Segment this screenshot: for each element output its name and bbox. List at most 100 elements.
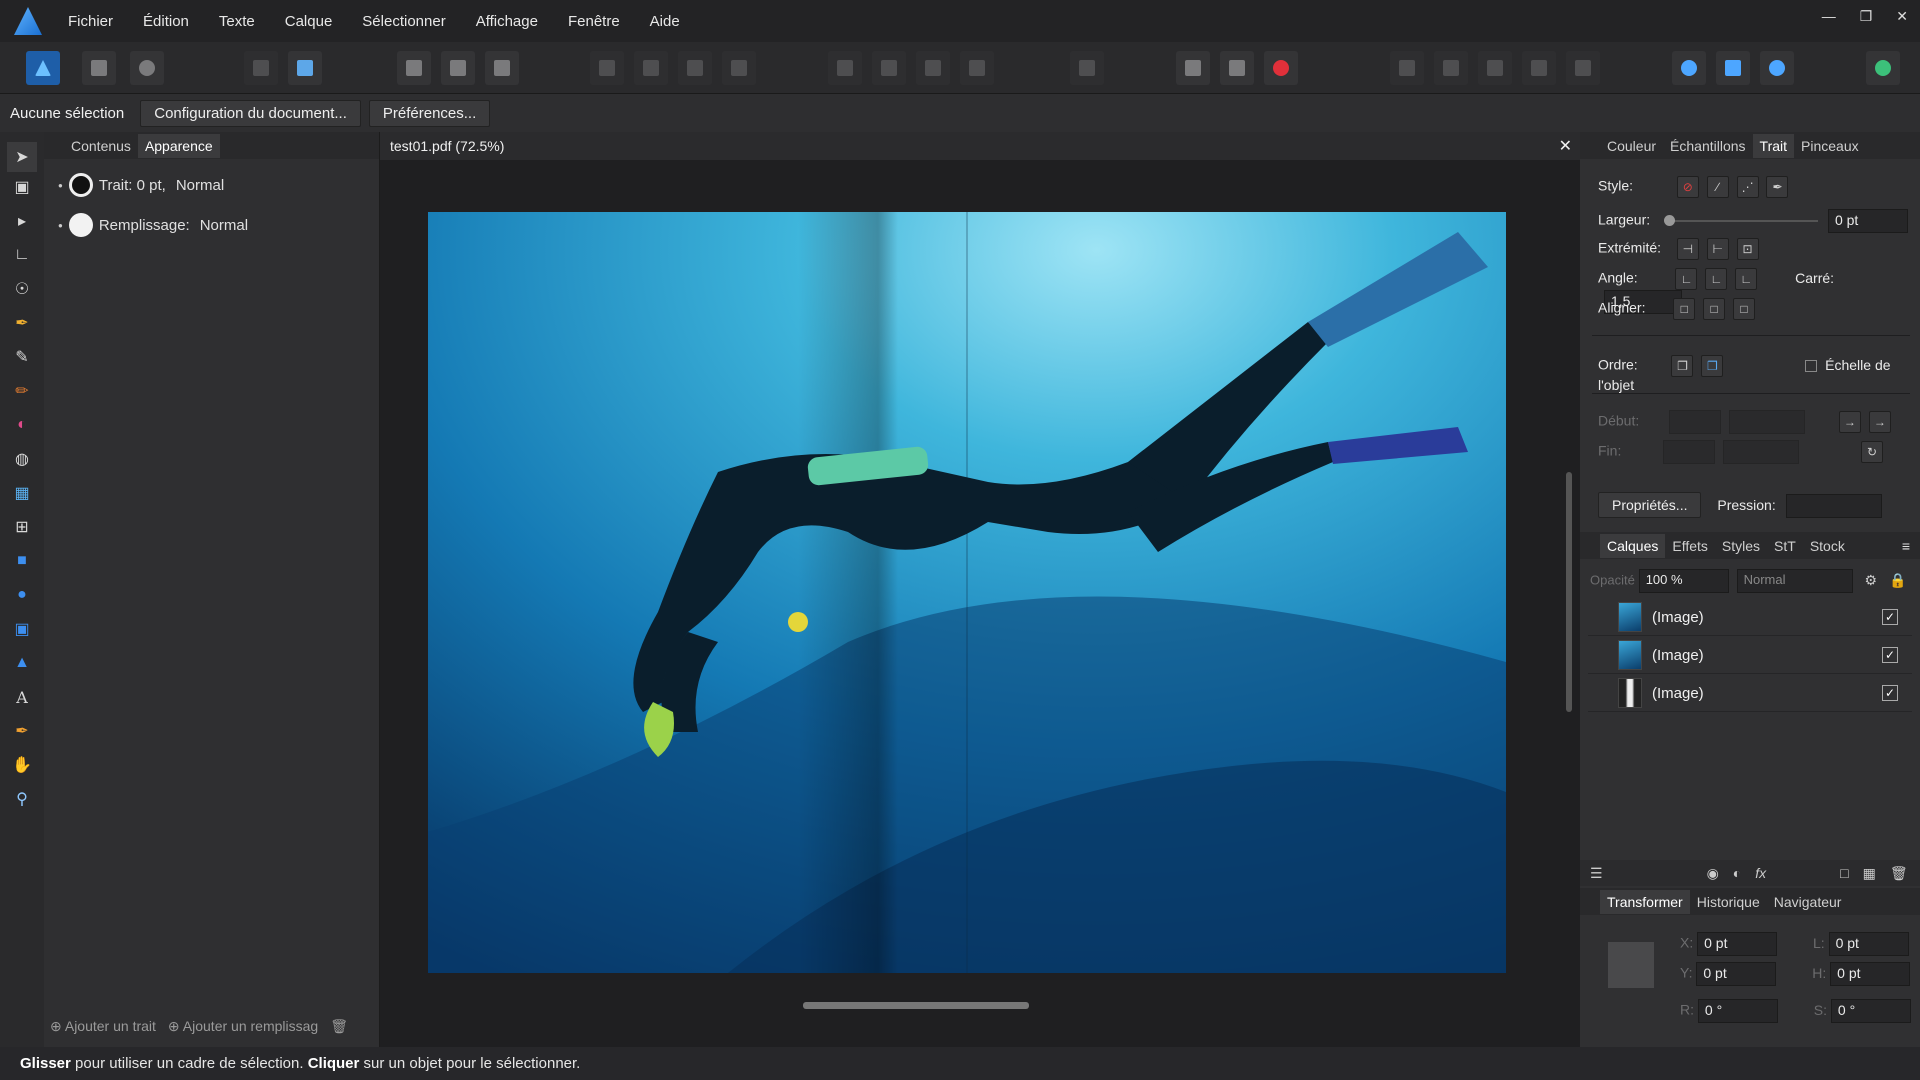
start-arrow-select[interactable] xyxy=(1669,410,1722,434)
butt-cap-icon[interactable]: ⊣ xyxy=(1676,238,1699,260)
close-document-icon[interactable]: ✕ xyxy=(1559,136,1572,156)
pixel-layer-icon[interactable]: ▦ xyxy=(1863,865,1876,882)
tab-stt[interactable]: StT xyxy=(1767,534,1803,558)
tab-echantillons[interactable]: Échantillons xyxy=(1663,134,1753,158)
align-inside-icon[interactable]: □ xyxy=(1673,298,1696,320)
toolbar-button[interactable] xyxy=(722,51,756,85)
point-transform-tool-icon[interactable]: ☉ xyxy=(11,278,33,300)
opacity-select[interactable]: 100 % xyxy=(1638,569,1729,593)
menu-fichier[interactable]: Fichier xyxy=(68,13,113,30)
document-setup-button[interactable]: Configuration du document... xyxy=(140,99,361,127)
width-slider[interactable] xyxy=(1664,215,1819,226)
anchor-selector[interactable] xyxy=(1608,942,1654,988)
start-size-select[interactable] xyxy=(1729,410,1806,434)
w-input[interactable]: 0 pt xyxy=(1828,932,1909,956)
layer-row[interactable]: (Image) ✓ xyxy=(1588,637,1912,674)
stroke-behind-icon[interactable]: ❐ xyxy=(1671,355,1694,377)
visibility-checkbox[interactable]: ✓ xyxy=(1882,685,1898,701)
align-outside-icon[interactable]: □ xyxy=(1733,298,1756,320)
restore-icon[interactable]: ❐ xyxy=(1860,8,1873,25)
vector-brush-tool-icon[interactable]: ✏ xyxy=(11,380,33,402)
align-center-icon[interactable]: □ xyxy=(1703,298,1726,320)
close-icon[interactable]: ✕ xyxy=(1896,8,1908,25)
menu-affichage[interactable]: Affichage xyxy=(476,13,538,30)
hand-tool-icon[interactable]: ✋ xyxy=(11,754,33,776)
add-fill-button[interactable]: ⊕ Ajouter un remplissag xyxy=(168,1018,318,1035)
shear-input[interactable]: 0 ° xyxy=(1830,999,1911,1023)
brush-stroke-icon[interactable]: ✒ xyxy=(1766,176,1789,198)
mask-icon[interactable]: ◉ xyxy=(1707,865,1719,882)
horizontal-scrollbar[interactable] xyxy=(803,1002,1029,1009)
toolbar-button[interactable] xyxy=(590,51,624,85)
rounded-rectangle-tool-icon[interactable]: ▣ xyxy=(11,618,33,640)
menu-aide[interactable]: Aide xyxy=(650,13,680,30)
designer-persona-button[interactable] xyxy=(26,51,60,85)
tab-pinceaux[interactable]: Pinceaux xyxy=(1794,134,1866,158)
pen-tool-icon[interactable]: ✒ xyxy=(11,312,33,334)
fill-swatch[interactable] xyxy=(68,213,93,237)
canvas-spread[interactable] xyxy=(428,212,1506,973)
tab-stock[interactable]: Stock xyxy=(1803,534,1852,558)
tab-apparence[interactable]: Apparence xyxy=(137,133,220,158)
document-tab[interactable]: test01.pdf (72.5%) ✕ xyxy=(380,132,1580,160)
blend-mode-select[interactable]: Normal xyxy=(1736,569,1853,593)
toolbar-button[interactable] xyxy=(1522,51,1556,85)
tab-calques[interactable]: Calques xyxy=(1600,533,1666,558)
color-picker-tool-icon[interactable]: ✒ xyxy=(11,720,33,742)
no-stroke-icon[interactable]: ⊘ xyxy=(1676,176,1699,198)
visibility-checkbox[interactable]: ✓ xyxy=(1882,647,1898,663)
export-persona-button[interactable] xyxy=(130,51,164,85)
snapping-magnet-button[interactable] xyxy=(1264,51,1298,85)
rectangle-tool-icon[interactable]: ■ xyxy=(11,550,33,572)
delete-layer-icon[interactable]: 🗑 xyxy=(1890,865,1908,882)
gear-icon[interactable]: ⚙ xyxy=(1864,572,1877,588)
node-tool-icon[interactable]: ▸ xyxy=(11,210,33,232)
layers-stack-icon[interactable]: ☰ xyxy=(1590,865,1603,882)
tab-trait[interactable]: Trait xyxy=(1752,133,1795,158)
round-join-icon[interactable]: ∟ xyxy=(1705,268,1728,290)
toolbar-button[interactable] xyxy=(916,51,950,85)
layer-row[interactable]: (Image) ✓ xyxy=(1588,675,1912,712)
minimize-icon[interactable]: — xyxy=(1822,8,1836,25)
account-icon[interactable] xyxy=(1866,51,1900,85)
pixel-persona-button[interactable] xyxy=(82,51,116,85)
fill-tool-icon[interactable]: ◐ xyxy=(11,414,33,436)
toolbar-button[interactable] xyxy=(960,51,994,85)
miter-join-icon[interactable]: ∟ xyxy=(1675,268,1698,290)
menu-fenetre[interactable]: Fenêtre xyxy=(568,13,620,30)
rotation-input[interactable]: 0 ° xyxy=(1697,999,1778,1023)
width-input[interactable]: 0 pt xyxy=(1827,209,1908,233)
adjustment-icon[interactable]: ◐ xyxy=(1733,865,1741,881)
zoom-tool-icon[interactable]: ⚲ xyxy=(11,788,33,810)
visibility-checkbox[interactable]: ✓ xyxy=(1882,609,1898,625)
tab-contenus[interactable]: Contenus xyxy=(64,134,138,158)
trash-icon[interactable]: 🗑 xyxy=(330,1018,348,1035)
fill-row[interactable]: ● Remplissage: Normal xyxy=(44,205,379,245)
x-input[interactable]: 0 pt xyxy=(1697,932,1778,956)
round-cap-icon[interactable]: ⊢ xyxy=(1706,238,1729,260)
corner-tool-icon[interactable]: ∟ xyxy=(11,244,33,266)
arrow-right-icon[interactable]: → xyxy=(1868,411,1891,433)
new-layer-icon[interactable]: □ xyxy=(1840,865,1848,881)
toolbar-button[interactable] xyxy=(1390,51,1424,85)
square-cap-icon[interactable]: ⊡ xyxy=(1736,238,1759,260)
toolbar-button[interactable] xyxy=(244,51,278,85)
dashed-line-icon[interactable]: ⋰ xyxy=(1736,176,1759,198)
slider-handle[interactable] xyxy=(1664,215,1676,226)
toolbar-button[interactable] xyxy=(288,51,322,85)
h-input[interactable]: 0 pt xyxy=(1830,962,1911,986)
toolbar-button[interactable] xyxy=(397,51,431,85)
tab-effets[interactable]: Effets xyxy=(1665,534,1715,558)
move-tool-icon[interactable]: ➤ xyxy=(7,142,37,172)
lock-icon[interactable]: 🔒 xyxy=(1889,572,1906,588)
ellipse-tool-icon[interactable]: ● xyxy=(11,584,33,606)
stroke-front-icon[interactable]: ❐ xyxy=(1701,355,1724,377)
artboard-tool-icon[interactable]: ▣ xyxy=(11,176,33,198)
boolean-subtract-button[interactable] xyxy=(1716,51,1750,85)
toolbar-button[interactable] xyxy=(1220,51,1254,85)
toolbar-button[interactable] xyxy=(1434,51,1468,85)
boolean-intersect-button[interactable] xyxy=(1760,51,1794,85)
menu-calque[interactable]: Calque xyxy=(285,13,333,30)
transparency-tool-icon[interactable]: ◍ xyxy=(11,448,33,470)
fx-icon[interactable]: fx xyxy=(1755,865,1766,881)
